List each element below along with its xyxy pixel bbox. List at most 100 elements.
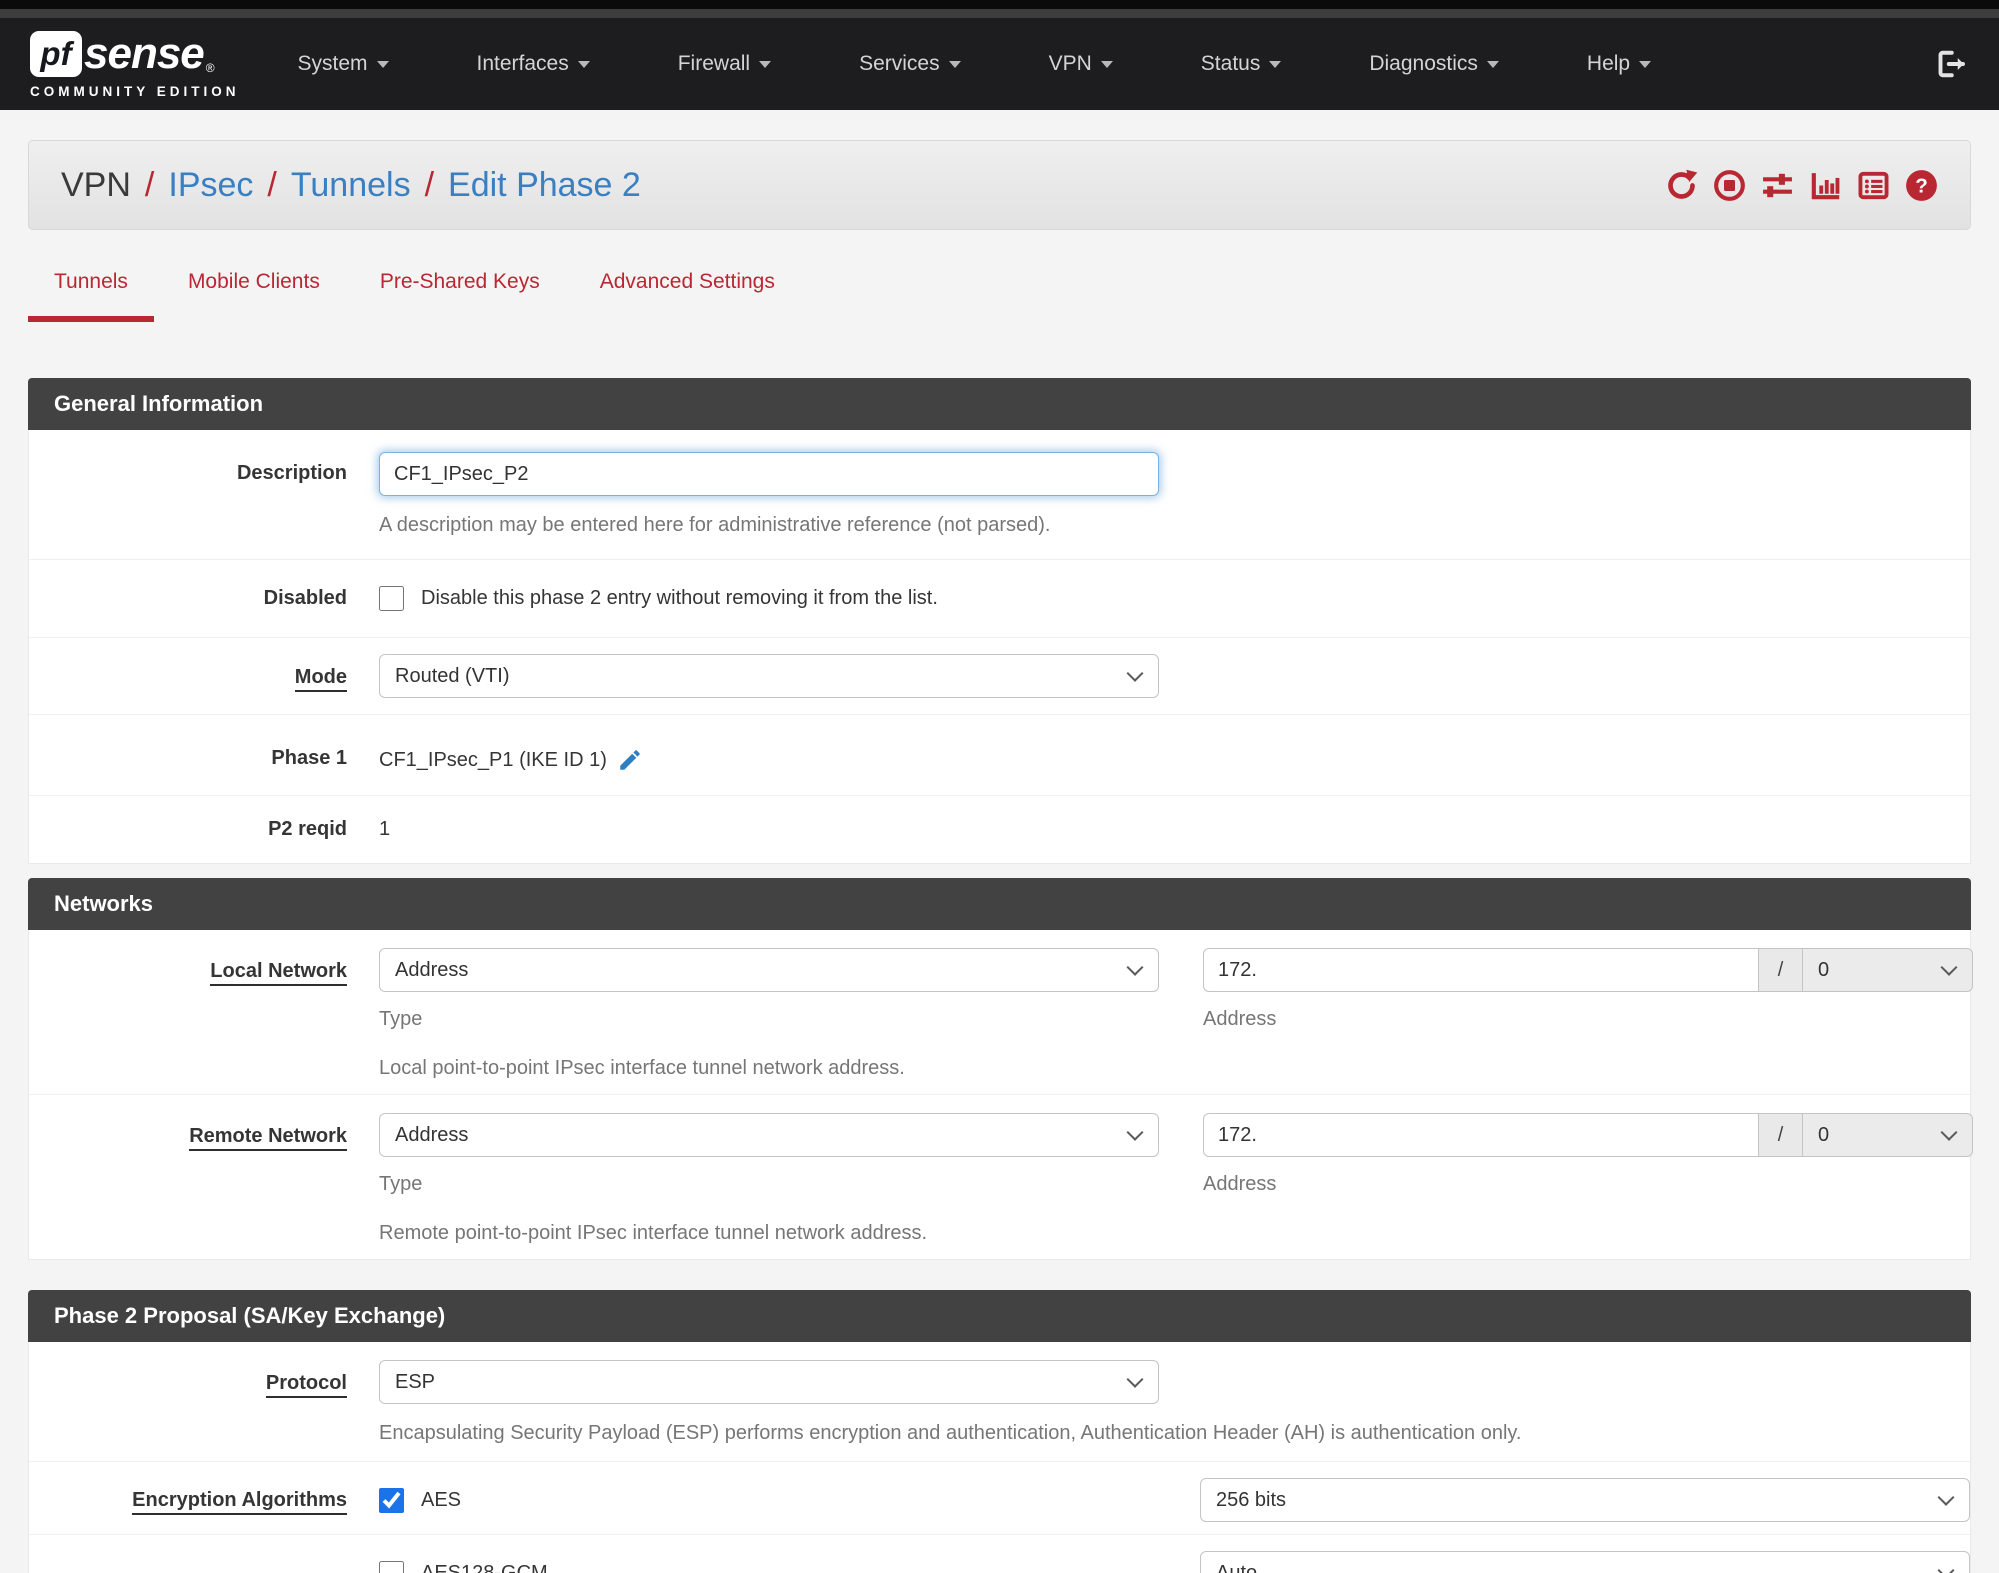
local-network-type-select[interactable]: Address bbox=[379, 948, 1159, 992]
pf-logo-tile: pf bbox=[30, 31, 82, 77]
disabled-label: Disabled bbox=[263, 587, 347, 609]
section-networks: Networks Local Network Address Type Loca… bbox=[28, 878, 1973, 1260]
section-title: Networks bbox=[28, 878, 1971, 930]
sign-out-icon[interactable] bbox=[1933, 46, 1969, 82]
nav-item-status[interactable]: Status bbox=[1201, 52, 1282, 76]
nav-menu: System Interfaces Firewall Services VPN … bbox=[298, 52, 1652, 76]
p2reqid-value: 1 bbox=[379, 818, 391, 840]
type-caption: Type bbox=[379, 1008, 423, 1030]
page-action-icons: ? bbox=[1665, 169, 1938, 202]
nav-item-system[interactable]: System bbox=[298, 52, 389, 76]
breadcrumb-separator: / bbox=[144, 165, 155, 204]
description-input[interactable] bbox=[379, 452, 1159, 496]
form-row-description: Description A description may be entered… bbox=[29, 430, 1970, 560]
local-network-address-input[interactable] bbox=[1203, 948, 1759, 992]
disabled-checkbox[interactable] bbox=[379, 586, 404, 611]
svg-text:?: ? bbox=[1915, 174, 1928, 197]
local-network-help-text: Local point-to-point IPsec interface tun… bbox=[379, 1057, 905, 1079]
form-row-encryption-aes128gcm: AES128-GCM Auto bbox=[29, 1535, 1970, 1573]
prefix-separator: / bbox=[1759, 948, 1803, 992]
local-network-label: Local Network bbox=[210, 960, 347, 986]
breadcrumb-separator: / bbox=[424, 165, 435, 204]
browser-chrome-strip bbox=[0, 9, 1999, 18]
p2reqid-label: P2 reqid bbox=[268, 818, 347, 840]
pfsense-logo[interactable]: pf sense ® COMMUNITY EDITION bbox=[30, 29, 240, 99]
tab-pre-shared-keys[interactable]: Pre-Shared Keys bbox=[354, 270, 566, 322]
mode-select[interactable]: Routed (VTI) bbox=[379, 654, 1159, 698]
sliders-icon[interactable] bbox=[1761, 169, 1794, 202]
address-caption: Address bbox=[1203, 1008, 1277, 1030]
breadcrumb: VPN / IPsec / Tunnels / Edit Phase 2 bbox=[61, 166, 641, 205]
aes-checkbox[interactable] bbox=[379, 1487, 404, 1513]
chevron-down-icon bbox=[577, 60, 590, 68]
main-navbar: pf sense ® COMMUNITY EDITION System Inte… bbox=[0, 18, 1999, 110]
mode-label: Mode bbox=[294, 666, 347, 692]
community-edition-label: COMMUNITY EDITION bbox=[30, 84, 240, 99]
local-network-prefix-select[interactable]: 0 bbox=[1803, 948, 1973, 992]
nav-item-diagnostics[interactable]: Diagnostics bbox=[1369, 52, 1499, 76]
form-row-mode: Mode Routed (VTI) bbox=[29, 638, 1970, 715]
nav-item-vpn[interactable]: VPN bbox=[1049, 52, 1113, 76]
chevron-down-icon bbox=[948, 60, 961, 68]
prefix-separator: / bbox=[1759, 1113, 1803, 1157]
tab-bar: Tunnels Mobile Clients Pre-Shared Keys A… bbox=[28, 270, 1971, 322]
aes128-gcm-keylen-select[interactable]: Auto bbox=[1200, 1551, 1970, 1573]
form-row-encryption-aes: Encryption Algorithms AES 256 bits bbox=[29, 1462, 1970, 1535]
encryption-algorithms-label: Encryption Algorithms bbox=[132, 1488, 347, 1515]
disabled-checkbox-label: Disable this phase 2 entry without remov… bbox=[421, 587, 938, 609]
nav-item-help[interactable]: Help bbox=[1587, 52, 1652, 76]
status-graph-icon[interactable] bbox=[1809, 169, 1842, 202]
breadcrumb-root: VPN bbox=[61, 165, 131, 204]
remote-network-prefix-select[interactable]: 0 bbox=[1803, 1113, 1973, 1157]
refresh-icon[interactable] bbox=[1665, 169, 1698, 202]
window-edge-strip bbox=[0, 0, 1999, 9]
form-row-disabled: Disabled Disable this phase 2 entry with… bbox=[29, 560, 1970, 638]
breadcrumb-separator: / bbox=[267, 165, 277, 204]
chevron-down-icon bbox=[1269, 60, 1282, 68]
form-row-phase1: Phase 1 CF1_IPsec_P1 (IKE ID 1) bbox=[29, 715, 1970, 796]
breadcrumb-link-tunnels[interactable]: Tunnels bbox=[291, 166, 411, 205]
tab-advanced-settings[interactable]: Advanced Settings bbox=[574, 270, 801, 322]
chevron-down-icon bbox=[376, 60, 389, 68]
phase1-value: CF1_IPsec_P1 (IKE ID 1) bbox=[379, 748, 607, 771]
aes128-gcm-checkbox-label: AES128-GCM bbox=[421, 1561, 548, 1573]
remote-network-help-text: Remote point-to-point IPsec interface tu… bbox=[379, 1222, 928, 1244]
nav-item-interfaces[interactable]: Interfaces bbox=[477, 52, 590, 76]
protocol-label: Protocol bbox=[265, 1372, 347, 1398]
nav-item-services[interactable]: Services bbox=[859, 52, 961, 76]
remote-network-address-input[interactable] bbox=[1203, 1113, 1759, 1157]
form-row-local-network: Local Network Address Type Local point-t… bbox=[29, 930, 1973, 1095]
breadcrumb-link-edit-phase-2[interactable]: Edit Phase 2 bbox=[448, 166, 641, 205]
protocol-select[interactable]: ESP bbox=[379, 1360, 1159, 1404]
registered-mark: ® bbox=[205, 61, 215, 75]
chevron-down-icon bbox=[1100, 60, 1113, 68]
chevron-down-icon bbox=[759, 60, 772, 68]
section-general-information: General Information Description A descri… bbox=[28, 378, 1971, 864]
form-row-p2reqid: P2 reqid 1 bbox=[29, 796, 1970, 863]
logo-sense-text: sense bbox=[84, 29, 205, 78]
breadcrumb-link-ipsec[interactable]: IPsec bbox=[168, 166, 253, 205]
description-label: Description bbox=[236, 462, 347, 484]
aes128-gcm-checkbox[interactable] bbox=[379, 1560, 404, 1573]
description-help-text: A description may be entered here for ad… bbox=[379, 514, 1051, 536]
log-icon[interactable] bbox=[1857, 169, 1890, 202]
page-header-panel: VPN / IPsec / Tunnels / Edit Phase 2 ? bbox=[28, 140, 1971, 230]
address-caption: Address bbox=[1203, 1173, 1277, 1195]
chevron-down-icon bbox=[1486, 60, 1499, 68]
help-icon[interactable]: ? bbox=[1905, 169, 1938, 202]
aes-keylen-select[interactable]: 256 bits bbox=[1200, 1478, 1970, 1522]
remote-network-type-select[interactable]: Address bbox=[379, 1113, 1159, 1157]
phase1-label: Phase 1 bbox=[271, 747, 347, 769]
protocol-help-text: Encapsulating Security Payload (ESP) per… bbox=[379, 1422, 1522, 1444]
form-row-protocol: Protocol ESP Encapsulating Security Payl… bbox=[29, 1342, 1970, 1462]
form-row-remote-network: Remote Network Address Type Remote point… bbox=[29, 1095, 1973, 1259]
edit-pencil-icon[interactable] bbox=[617, 747, 643, 773]
aes-checkbox-label: AES bbox=[421, 1488, 462, 1511]
tab-mobile-clients[interactable]: Mobile Clients bbox=[162, 270, 346, 322]
nav-item-firewall[interactable]: Firewall bbox=[678, 52, 772, 76]
tab-tunnels[interactable]: Tunnels bbox=[28, 270, 154, 322]
section-title: Phase 2 Proposal (SA/Key Exchange) bbox=[28, 1290, 1971, 1342]
section-phase2-proposal: Phase 2 Proposal (SA/Key Exchange) Proto… bbox=[28, 1290, 1971, 1573]
remote-network-label: Remote Network bbox=[189, 1125, 347, 1151]
stop-circle-icon[interactable] bbox=[1713, 169, 1746, 202]
